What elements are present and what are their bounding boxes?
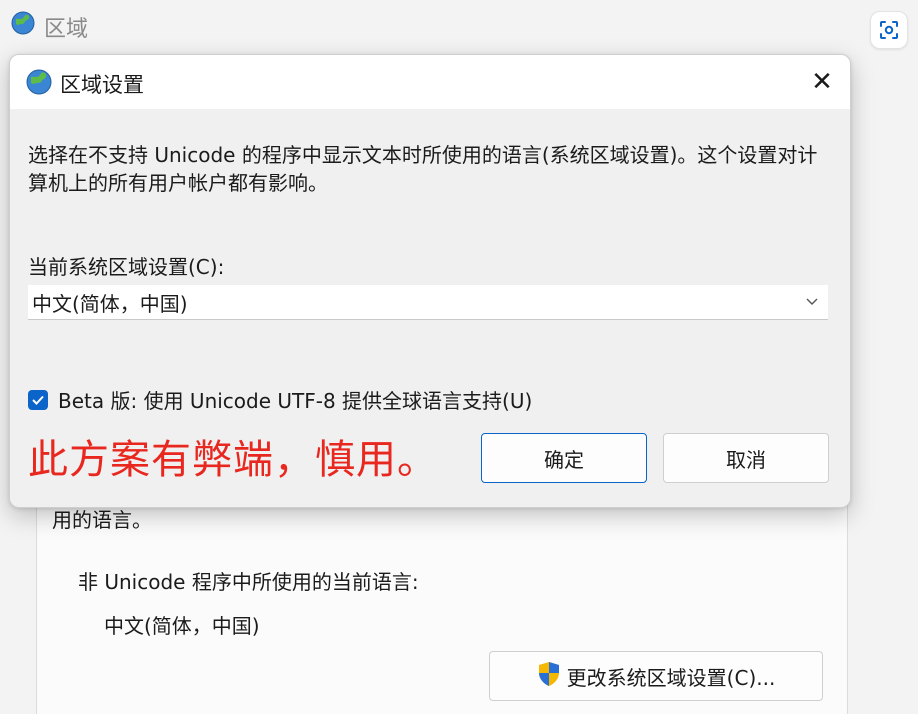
globe-icon	[24, 67, 54, 97]
non-unicode-language-label: 非 Unicode 程序中所使用的当前语言:	[78, 570, 419, 594]
screenshot-scan-button[interactable]	[870, 11, 908, 49]
background-window-title: 区域	[44, 17, 89, 42]
beta-utf8-option[interactable]: Beta 版: 使用 Unicode UTF-8 提供全球语言支持(U)	[28, 385, 532, 414]
beta-utf8-label: Beta 版: 使用 Unicode UTF-8 提供全球语言支持(U)	[58, 389, 533, 413]
uac-shield-icon	[537, 661, 561, 692]
change-system-locale-label: 更改系统区域设置(C)...	[566, 665, 776, 690]
current-language-value: 中文(简体，中国)	[104, 614, 260, 638]
current-locale-label: 当前系统区域设置(C):	[28, 255, 225, 279]
close-icon[interactable]: ✕	[794, 55, 850, 109]
dialog-description: 选择在不支持 Unicode 的程序中显示文本时所使用的语言(系统区域设置)。这…	[28, 143, 818, 195]
chevron-down-icon	[796, 294, 828, 310]
globe-icon	[10, 10, 36, 36]
screenshot-scan-icon	[880, 21, 898, 39]
background-titlebar: 区域	[0, 0, 918, 50]
background-partial-text: 用的语言。	[52, 508, 152, 532]
beta-utf8-checkbox[interactable]	[28, 389, 48, 410]
warning-annotation: 此方案有弊端，慎用。	[28, 437, 438, 483]
system-locale-value: 中文(简体，中国)	[32, 291, 188, 316]
system-locale-select[interactable]: 中文(简体，中国)	[28, 285, 828, 320]
region-settings-dialog: 区域设置 ✕ 选择在不支持 Unicode 的程序中显示文本时所使用的语言(系统…	[9, 54, 851, 508]
cancel-button[interactable]: 取消	[663, 433, 829, 483]
dialog-titlebar: 区域设置 ✕	[10, 55, 850, 109]
ok-button[interactable]: 确定	[481, 433, 647, 483]
change-system-locale-button[interactable]: 更改系统区域设置(C)...	[489, 651, 823, 701]
dialog-title: 区域设置	[60, 73, 144, 97]
